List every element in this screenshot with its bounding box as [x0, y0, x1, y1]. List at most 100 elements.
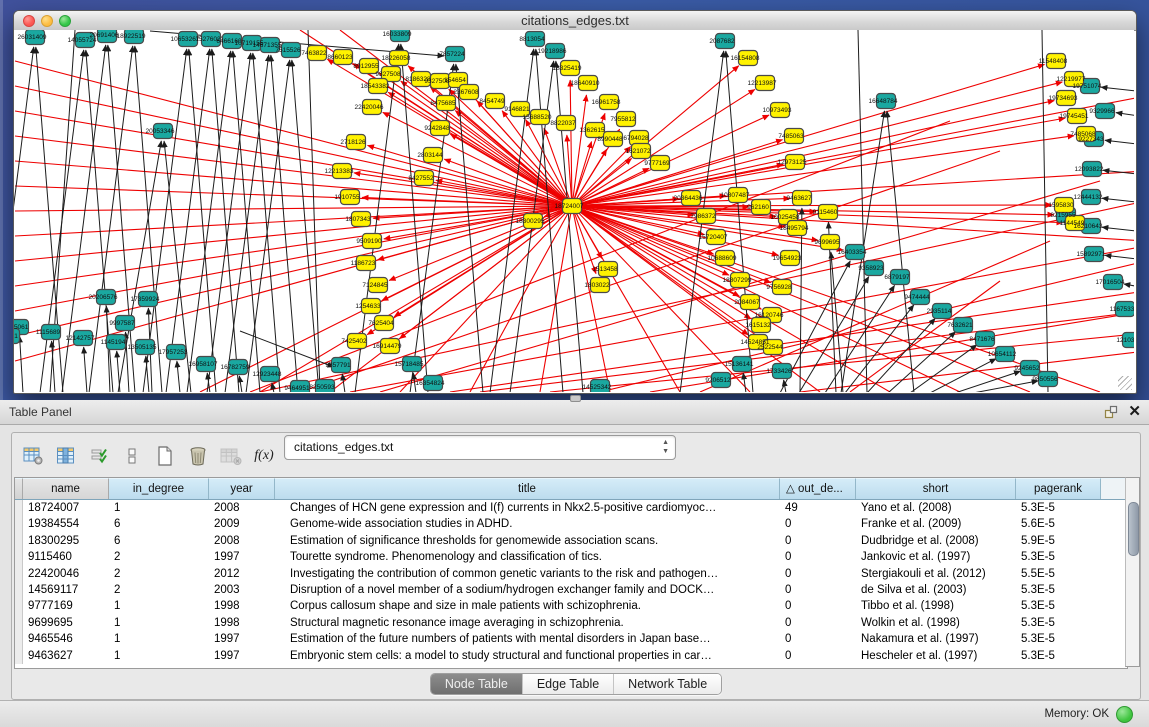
- column-header-title[interactable]: title: [275, 478, 780, 499]
- table-cell: 2008: [209, 500, 275, 516]
- network-desktop: citations_edges.txt 1872400718: [0, 0, 1149, 400]
- node-label: 16354824: [416, 380, 445, 387]
- table-body: 1872400712008Changes of HCN gene express…: [15, 500, 1127, 664]
- node-label: 9997587: [109, 320, 135, 327]
- table-cell: 9465546: [23, 631, 109, 647]
- node-label: 9146821: [504, 106, 530, 113]
- select-rows-icon[interactable]: [84, 443, 114, 469]
- table-cell: 0: [780, 615, 856, 631]
- table-cell: 5.3E-5: [1016, 631, 1101, 647]
- tab-node-table[interactable]: Node Table: [431, 674, 522, 694]
- node-label: 16403354: [838, 249, 867, 256]
- table-cell: Genome-wide association studies in ADHD.: [275, 516, 780, 532]
- function-builder-icon[interactable]: f(x): [249, 443, 279, 469]
- tab-network-table[interactable]: Network Table: [613, 674, 721, 694]
- close-icon[interactable]: ✕: [1128, 404, 1141, 419]
- node-label: 10688609: [708, 255, 737, 262]
- table-rows-icon[interactable]: [117, 443, 147, 469]
- network-graph[interactable]: 1872400718300295260314091405572420691406…: [14, 30, 1134, 392]
- table-cell: 1: [109, 615, 209, 631]
- node-label: 16154808: [731, 55, 760, 62]
- vertical-scrollbar[interactable]: [1125, 477, 1140, 667]
- node-label: 1254633: [355, 303, 381, 310]
- float-window-icon[interactable]: [1104, 405, 1118, 419]
- table-cell: 5.3E-5: [1016, 549, 1101, 565]
- row-gutter: [15, 631, 23, 647]
- table-panel-header[interactable]: Table Panel ✕: [0, 400, 1149, 425]
- table-row[interactable]: 977716911998Corpus callosum shape and si…: [15, 598, 1127, 614]
- table-settings-icon[interactable]: [18, 443, 48, 469]
- network-canvas[interactable]: 1872400718300295260314091405572420691406…: [14, 30, 1134, 392]
- table-cell: Estimation of the future numbers of pati…: [275, 631, 780, 647]
- network-view-window[interactable]: citations_edges.txt 1872400718: [13, 10, 1137, 394]
- node-label: 12213987: [748, 80, 777, 87]
- status-bar: Memory: OK: [0, 700, 1149, 727]
- table-selector-dropdown[interactable]: citations_edges.txt ▲▼: [284, 435, 676, 460]
- column-header-name[interactable]: name: [23, 478, 109, 499]
- network-edge: [271, 55, 298, 392]
- network-edge: [15, 161, 572, 206]
- node-label: 1144549: [1060, 220, 1085, 227]
- node-label: 10025458: [771, 214, 800, 221]
- table-row[interactable]: 1456911722003Disruption of a novel membe…: [15, 582, 1127, 598]
- node-label: 6879197: [884, 274, 910, 281]
- node-label: 9245652: [1014, 365, 1040, 372]
- table-row[interactable]: 2242004622012Investigating the contribut…: [15, 566, 1127, 582]
- column-header-pagerank[interactable]: pagerank: [1016, 478, 1101, 499]
- column-header-in-degree[interactable]: in_degree: [109, 478, 209, 499]
- network-edge: [1102, 227, 1134, 232]
- row-gutter: [15, 500, 23, 516]
- network-edge: [177, 361, 180, 392]
- node-label: 18325419: [553, 65, 582, 72]
- scrollbar-thumb[interactable]: [1128, 502, 1139, 556]
- node-label: 12973125: [778, 159, 807, 166]
- node-label: 16120746: [755, 312, 784, 319]
- node-label: 12444132: [1074, 194, 1103, 201]
- column-header-year[interactable]: year: [209, 478, 275, 499]
- node-label: 12213383: [325, 168, 354, 175]
- tab-edge-table[interactable]: Edge Table: [522, 674, 613, 694]
- table-cell: 5.3E-5: [1016, 648, 1101, 664]
- table-cell: 0: [780, 516, 856, 532]
- node-label: 19654923: [773, 255, 802, 262]
- memory-status-button[interactable]: [1116, 706, 1133, 723]
- network-edge: [212, 49, 239, 392]
- table-row[interactable]: 1938455462009Genome-wide association stu…: [15, 516, 1127, 532]
- resize-grip[interactable]: [1118, 376, 1132, 390]
- table-cell: 1: [109, 598, 209, 614]
- node-table[interactable]: namein_degreeyeartitle△ out_de...shortpa…: [14, 477, 1128, 669]
- table-row[interactable]: 969969511998Structural magnetic resonanc…: [15, 615, 1127, 631]
- table-cell: 5.6E-5: [1016, 516, 1101, 532]
- node-label: 9242848: [424, 125, 450, 132]
- node-label: 9850556: [1032, 376, 1058, 383]
- table-cell: 1997: [209, 648, 275, 664]
- column-header-short[interactable]: short: [856, 478, 1016, 499]
- table-row[interactable]: 1872400712008Changes of HCN gene express…: [15, 500, 1127, 516]
- network-edge: [401, 44, 428, 392]
- table-row[interactable]: 946554611997Estimation of the future num…: [15, 631, 1127, 647]
- node-label: 16648784: [869, 98, 898, 105]
- table-cell: Stergiakouli et al. (2012): [856, 566, 1016, 582]
- row-gutter: [15, 516, 23, 532]
- window-titlebar[interactable]: citations_edges.txt: [14, 11, 1136, 31]
- network-edge: [207, 53, 251, 392]
- new-document-icon[interactable]: [150, 443, 180, 469]
- node-label: 10807487: [721, 192, 750, 199]
- show-columns-icon[interactable]: [51, 443, 81, 469]
- delete-icon[interactable]: [183, 443, 213, 469]
- node-label: 9699695: [814, 239, 840, 246]
- node-label: 7986372: [690, 213, 716, 220]
- column-header-out-de-[interactable]: △ out_de...: [780, 478, 856, 499]
- network-edge: [572, 95, 586, 206]
- table-cell: 0: [780, 566, 856, 582]
- node-label: 9206512: [705, 377, 731, 384]
- node-label: 9756928: [766, 284, 792, 291]
- splitter-grip[interactable]: [570, 395, 581, 402]
- table-cell: 0: [780, 648, 856, 664]
- table-row[interactable]: 1830029562008Estimation of significance …: [15, 533, 1127, 549]
- table-row[interactable]: 911546021997Tourette syndrome. Phenomeno…: [15, 549, 1127, 565]
- table-row[interactable]: 946362711997Embryonic stem cells: a mode…: [15, 648, 1127, 664]
- delete-table-icon[interactable]: [216, 443, 246, 469]
- node-label: 2718126: [340, 139, 366, 146]
- node-label: 10654112: [988, 351, 1017, 358]
